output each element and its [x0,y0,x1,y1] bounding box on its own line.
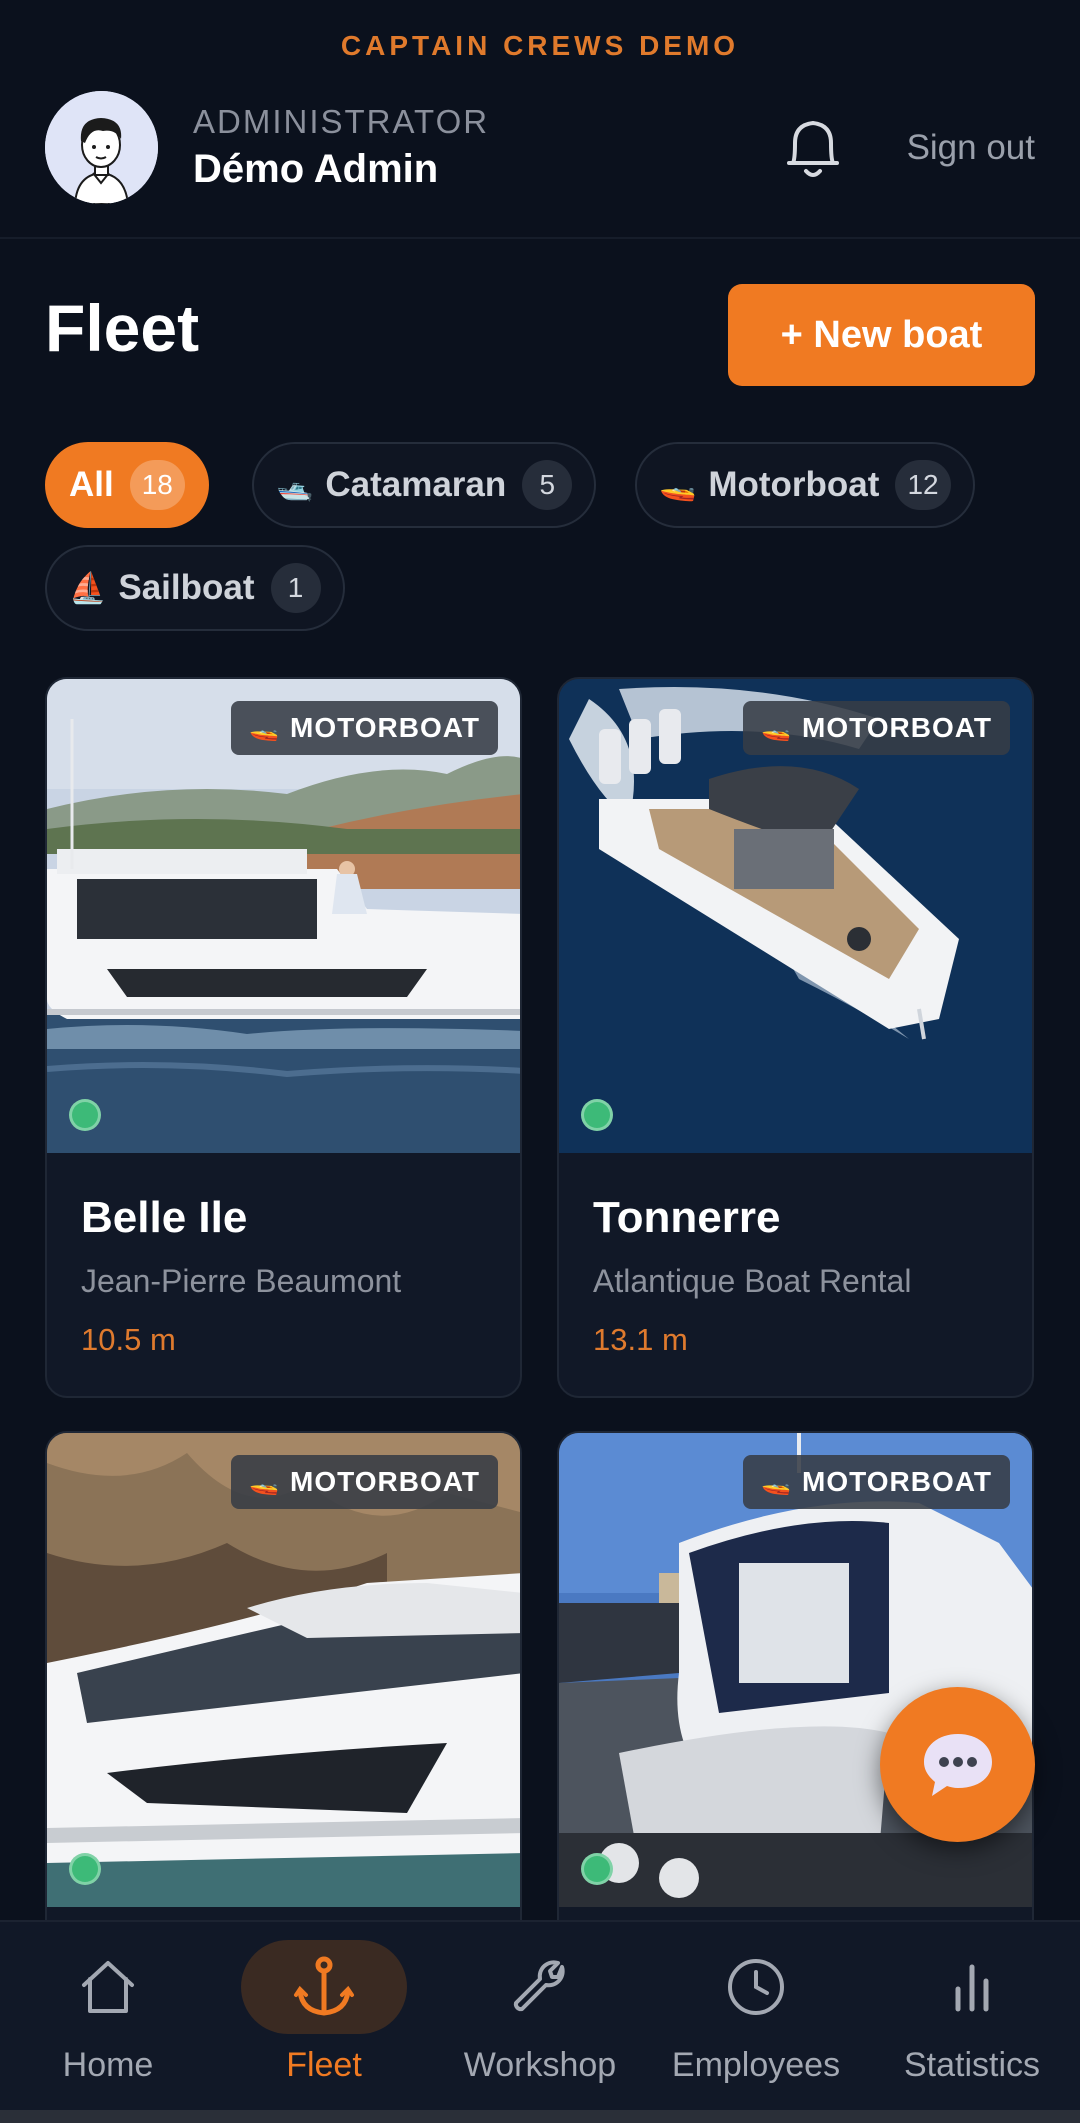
boat-card[interactable]: 🚤 MOTORBOAT Belle Ile Jean-Pierre Beaumo… [45,677,522,1398]
boat-length: 10.5 m [81,1322,176,1357]
header-divider [0,237,1080,239]
motorboat-icon: 🚤 [249,714,281,742]
filter-chip-motorboat[interactable]: 🚤 Motorboat 12 [635,442,975,528]
boat-photo: 🚤 MOTORBOAT [559,679,1032,1153]
filter-count: 1 [270,563,321,613]
new-boat-button[interactable]: + New boat [728,284,1035,386]
filter-chip-catamaran[interactable]: 🛥️ Catamaran 5 [252,442,597,528]
sign-out-button[interactable]: Sign out [907,128,1035,168]
filter-count: 18 [129,460,185,510]
filter-label: Motorboat [708,465,880,504]
nav-workshop[interactable]: Workshop [432,1940,648,2100]
app-brand: CAPTAIN CREWS DEMO [340,30,740,61]
boat-type-badge: 🚤 MOTORBOAT [231,701,498,755]
boat-photo: 🚤 MOTORBOAT [47,1433,520,1907]
status-indicator [69,1099,101,1131]
filter-label: All [69,465,114,504]
bottom-nav: Home Fleet Workshop Employees Statistics [0,1920,1080,2110]
status-indicator [69,1853,101,1885]
boat-type-label: MOTORBOAT [802,712,992,743]
wrench-icon [513,1960,565,2012]
filter-chip-all[interactable]: All 18 [45,442,209,528]
motorboat-icon: 🚤 [249,1468,281,1496]
filter-chip-sailboat[interactable]: ⛵ Sailboat 1 [45,545,345,631]
boat-type-badge: 🚤 MOTORBOAT [743,701,1010,755]
motorboat-icon: 🚤 [761,714,793,742]
page-title: Fleet [45,291,200,365]
filter-label: Catamaran [325,465,507,504]
boat-photo: 🚤 MOTORBOAT [47,679,520,1153]
sailboat-icon: ⛵ [69,571,107,605]
nav-label: Workshop [463,2046,617,2084]
boat-info: Belle Ile Jean-Pierre Beaumont 10.5 m [47,1153,520,1396]
boat-card[interactable]: 🚤 MOTORBOAT Tonnerre Atlantique Boat Ren… [557,677,1034,1398]
boat-type-badge: 🚤 MOTORBOAT [743,1455,1010,1509]
boat-type-label: MOTORBOAT [290,712,480,743]
avatar[interactable] [45,91,158,204]
nav-label: Home [62,2046,154,2084]
chat-bubble-icon [923,1733,992,1796]
filter-count: 5 [522,460,573,510]
home-icon [82,1961,134,2013]
system-home-bar [0,2110,1080,2123]
user-name: Démo Admin [193,147,439,191]
user-header: ADMINISTRATOR Démo Admin Sign out [45,90,1035,205]
nav-label: Fleet [286,2046,362,2084]
nav-home[interactable]: Home [0,1940,216,2100]
nav-statistics[interactable]: Statistics [864,1940,1080,2100]
user-role: ADMINISTRATOR [193,103,490,140]
boat-owner: Jean-Pierre Beaumont [81,1263,402,1299]
status-indicator [581,1099,613,1131]
bell-icon[interactable] [781,113,845,183]
boat-owner: Atlantique Boat Rental [593,1263,912,1299]
user-info: ADMINISTRATOR Démo Admin [193,103,489,192]
clock-icon [728,1959,784,2015]
boat-name: Belle Ile [81,1193,248,1242]
filter-count: 12 [895,460,951,510]
motorboat-icon: 🚤 [761,1468,793,1496]
motorboat-icon: 🚤 [659,468,697,502]
chat-button[interactable] [880,1687,1035,1842]
boat-type-label: MOTORBOAT [802,1466,992,1497]
nav-label: Employees [671,2046,841,2084]
boat-card[interactable]: 🚤 MOTORBOAT [45,1431,522,1951]
bar-chart-icon [955,1964,989,2012]
catamaran-icon: 🛥️ [276,468,314,502]
boat-name: Tonnerre [593,1193,781,1242]
boat-type-badge: 🚤 MOTORBOAT [231,1455,498,1509]
nav-fleet[interactable]: Fleet [216,1940,432,2100]
nav-label: Statistics [903,2046,1041,2084]
anchor-icon [294,1956,354,2016]
boat-length: 13.1 m [593,1322,688,1357]
nav-employees[interactable]: Employees [648,1940,864,2100]
status-indicator [581,1853,613,1885]
filter-label: Sailboat [118,568,255,607]
boat-type-label: MOTORBOAT [290,1466,480,1497]
boat-info: Tonnerre Atlantique Boat Rental 13.1 m [559,1153,1032,1396]
